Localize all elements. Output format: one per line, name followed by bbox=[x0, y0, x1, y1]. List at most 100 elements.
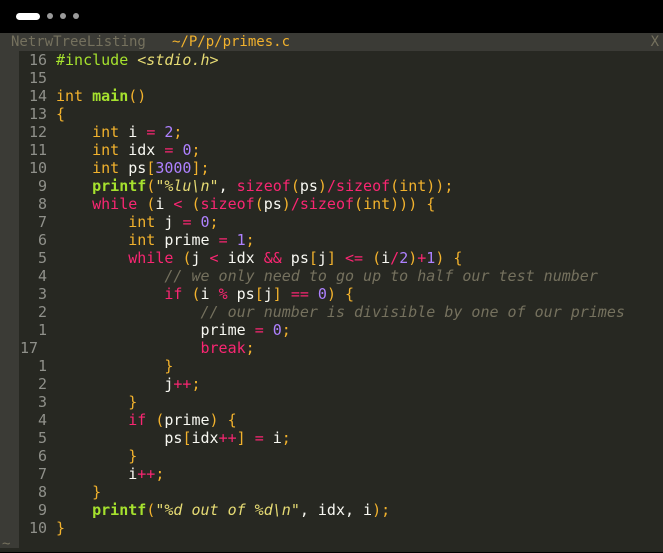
line-text: printf("%lu\n", sizeof(ps)/sizeof(int)); bbox=[56, 177, 453, 195]
code-token: ) bbox=[408, 249, 418, 267]
code-line[interactable]: 1 } bbox=[0, 357, 663, 375]
code-line[interactable]: 2 // our number is divisible by one of o… bbox=[0, 303, 663, 321]
tabline: NetrwTreeListing ~/P/p/primes.c X bbox=[0, 33, 663, 51]
code-line[interactable]: 8 } bbox=[0, 483, 663, 501]
code-token: i bbox=[381, 249, 391, 267]
line-text: // our number is divisible by one of our… bbox=[56, 303, 625, 321]
code-token: int bbox=[128, 231, 156, 249]
code-token: ( bbox=[146, 195, 156, 213]
code-token: idx bbox=[218, 249, 264, 267]
window-control-dot-1[interactable] bbox=[47, 13, 53, 19]
code-token: = bbox=[146, 123, 156, 141]
code-line[interactable]: 14 int main() bbox=[0, 87, 663, 105]
line-number: 13 bbox=[28, 105, 47, 123]
line-number: 14 bbox=[28, 87, 47, 105]
code-token: sizeof bbox=[299, 195, 355, 213]
code-line[interactable]: 15 bbox=[0, 69, 663, 87]
window-control-dot-2[interactable] bbox=[60, 13, 66, 19]
code-line[interactable]: 3 } bbox=[0, 393, 663, 411]
end-of-buffer-marker: ~ bbox=[2, 536, 11, 552]
code-line[interactable]: 8 while (i < (sizeof(ps)/sizeof(int))) { bbox=[0, 195, 663, 213]
code-line[interactable]: 10 int ps[3000]; bbox=[0, 159, 663, 177]
code-token: ( bbox=[290, 177, 300, 195]
line-number: 1 bbox=[37, 357, 47, 375]
code-line[interactable]: 7 i++; bbox=[0, 465, 663, 483]
code-token: ( bbox=[146, 501, 156, 519]
code-token: } bbox=[128, 393, 138, 411]
code-token: <= bbox=[345, 249, 364, 267]
tab-primes-c[interactable]: ~/P/p/primes.c bbox=[172, 33, 290, 51]
code-token: ] bbox=[272, 285, 282, 303]
code-token: ps bbox=[281, 249, 309, 267]
code-line[interactable]: 5 while (j < idx && ps[j] <= (i/2)+1) { bbox=[0, 249, 663, 267]
code-buffer[interactable]: 16 #include <stdio.h> 15 14 int main() 13{12 … bbox=[0, 51, 663, 537]
code-token: sizeof bbox=[335, 177, 391, 195]
code-line[interactable]: 16 #include <stdio.h> bbox=[0, 51, 663, 69]
line-number: 10 bbox=[28, 159, 47, 177]
code-token: } bbox=[128, 447, 138, 465]
code-line[interactable]: 1 prime = 0; bbox=[0, 321, 663, 339]
code-line[interactable]: 11 int idx = 0; bbox=[0, 141, 663, 159]
vim-editor[interactable]: NetrwTreeListing ~/P/p/primes.c X 16 #inc… bbox=[0, 33, 663, 552]
code-token: <stdio.h> bbox=[137, 51, 219, 69]
code-token: , bbox=[218, 177, 237, 195]
code-token: int bbox=[92, 123, 120, 141]
window-control-pill[interactable] bbox=[16, 13, 40, 20]
code-line[interactable]: 5 ps[idx++] = i; bbox=[0, 429, 663, 447]
line-number: 2 bbox=[37, 375, 47, 393]
code-line[interactable]: 6 } bbox=[0, 447, 663, 465]
code-token: / bbox=[390, 249, 400, 267]
code-token: ; bbox=[191, 375, 201, 393]
code-line[interactable]: 13 { bbox=[0, 105, 663, 123]
line-text: int main() bbox=[56, 87, 146, 105]
code-line[interactable]: 6 int prime = 1; bbox=[0, 231, 663, 249]
line-text: prime = 0; bbox=[56, 321, 291, 339]
line-number: 10 bbox=[28, 519, 47, 537]
code-token: = bbox=[218, 231, 228, 249]
window-control-dot-3[interactable] bbox=[73, 13, 79, 19]
code-line[interactable]: 3 if (i % ps[j] == 0) { bbox=[0, 285, 663, 303]
code-token: ( bbox=[191, 195, 201, 213]
code-line[interactable]: 2 j++; bbox=[0, 375, 663, 393]
line-text: ps[idx++] = i; bbox=[56, 429, 290, 447]
code-token: ; bbox=[173, 123, 183, 141]
code-line[interactable]: 12 int i = 2; bbox=[0, 123, 663, 141]
code-token: while bbox=[92, 195, 138, 213]
code-line[interactable]: 17 break; bbox=[0, 339, 663, 357]
code-line[interactable]: 9 printf("%lu\n", sizeof(ps)/sizeof(int)… bbox=[0, 177, 663, 195]
code-token: , idx, i bbox=[299, 501, 373, 519]
code-token: ); bbox=[372, 501, 391, 519]
code-token: ))) { bbox=[390, 195, 436, 213]
code-line[interactable]: 7 int j = 0; bbox=[0, 213, 663, 231]
code-token: } bbox=[164, 357, 174, 375]
code-token: if bbox=[164, 285, 183, 303]
code-line[interactable]: 4 // we only need to go up to half our t… bbox=[0, 267, 663, 285]
tab-close-button[interactable]: X bbox=[651, 33, 659, 51]
code-token: prime bbox=[164, 411, 210, 429]
code-token: sizeof bbox=[236, 177, 291, 195]
code-token: ] bbox=[326, 249, 336, 267]
code-token: ) { bbox=[326, 285, 355, 303]
code-token: // we only need to go up to half our tes… bbox=[164, 267, 598, 285]
line-number: 17 bbox=[20, 339, 39, 357]
code-token: %d out of %d\n bbox=[164, 501, 291, 519]
line-text: int prime = 1; bbox=[56, 231, 254, 249]
code-line[interactable]: 9 printf("%d out of %d\n", idx, i); bbox=[0, 501, 663, 519]
code-line[interactable]: 10} bbox=[0, 519, 663, 537]
line-text: int i = 2; bbox=[56, 123, 182, 141]
code-line[interactable]: 4 if (prime) { bbox=[0, 411, 663, 429]
code-token: == bbox=[290, 285, 309, 303]
line-text: if (i % ps[j] == 0) { bbox=[56, 285, 354, 303]
tab-netrw[interactable]: NetrwTreeListing bbox=[11, 33, 146, 51]
